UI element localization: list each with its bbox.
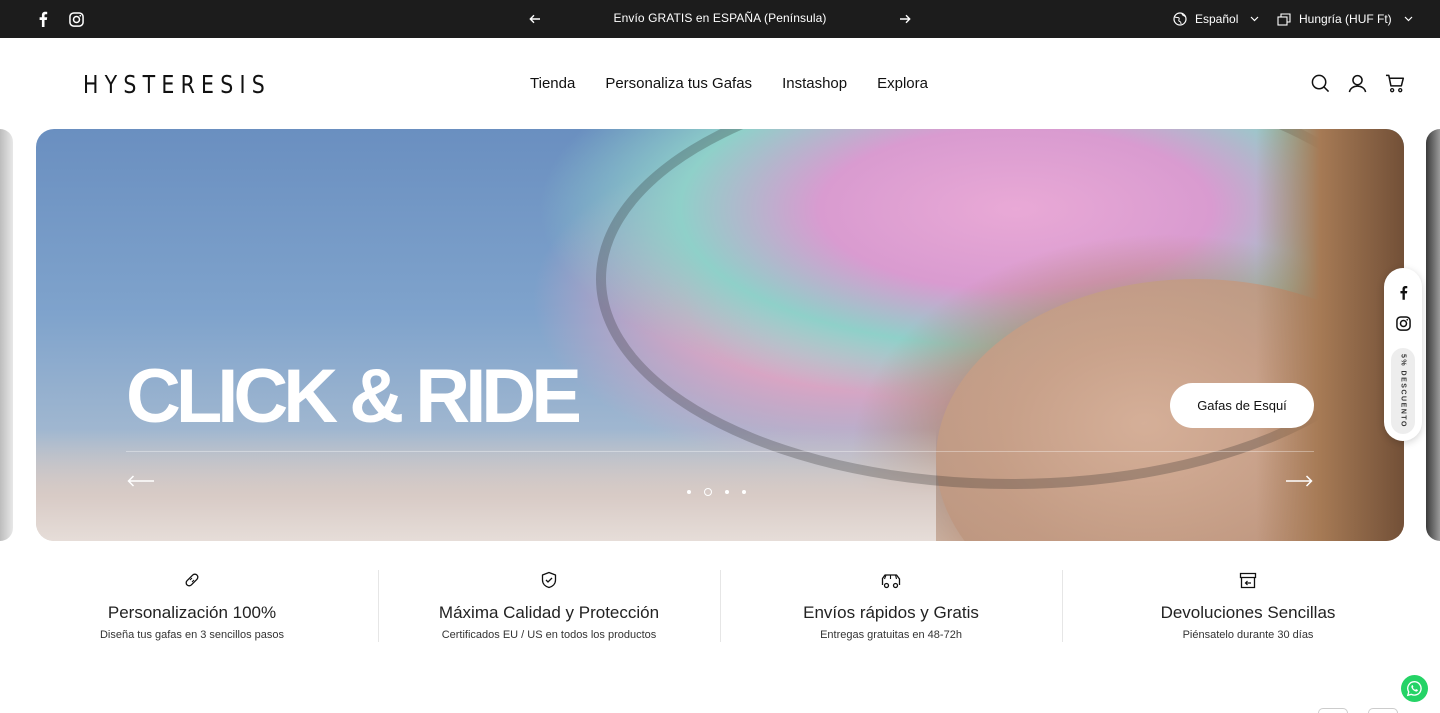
cart-icon[interactable]: [1384, 72, 1406, 94]
bottom-control-peek: [1368, 708, 1398, 713]
shield-check-icon: [539, 570, 559, 590]
arrow-left-icon: [529, 14, 540, 24]
bandage-icon: [182, 570, 202, 590]
next-slide-peek: [1426, 129, 1440, 541]
feature-subtitle: Entregas gratuitas en 48-72h: [820, 629, 962, 641]
discount-label: 5% DESCUENTO: [1399, 354, 1407, 428]
discount-tab[interactable]: 5% DESCUENTO: [1391, 348, 1415, 434]
feature-title: Máxima Calidad y Protección: [438, 603, 660, 622]
globe-icon: [1173, 12, 1187, 26]
facebook-icon[interactable]: [1394, 283, 1412, 301]
instagram-icon[interactable]: [66, 9, 86, 29]
hero-divider: [126, 451, 1314, 452]
feature-subtitle: Certificados EU / US en todos los produc…: [441, 629, 657, 641]
pagination-dot[interactable]: [742, 490, 746, 494]
feature-title: Devoluciones Sencillas: [1160, 603, 1336, 622]
nav-item-explora[interactable]: Explora: [877, 75, 928, 92]
currency-label: Hungría (HUF Ft): [1299, 12, 1392, 26]
previous-slide-peek: [0, 129, 13, 541]
arrow-right-icon: [1286, 475, 1313, 487]
feature-item: Personalización 100% Diseña tus gafas en…: [20, 560, 364, 660]
arrow-left-icon: [127, 475, 154, 487]
site-header: HYSTERESIS Tienda Personaliza tus Gafas …: [0, 38, 1440, 128]
hero-prev-button[interactable]: [126, 471, 156, 491]
nav-item-instashop[interactable]: Instashop: [782, 75, 847, 92]
hero-image-hair: [1256, 129, 1404, 541]
feature-item: Devoluciones Sencillas Piénsatelo durant…: [1062, 560, 1434, 660]
feature-item: Envíos rápidos y Gratis Entregas gratuit…: [720, 560, 1062, 660]
hero-slide: CLICK & RIDE Gafas de Esquí: [36, 129, 1404, 541]
hero-next-button[interactable]: [1284, 471, 1314, 491]
currency-selector[interactable]: Hungría (HUF Ft): [1277, 9, 1413, 29]
feature-item: Máxima Calidad y Protección Certificados…: [378, 560, 720, 660]
pagination-dot-active[interactable]: [704, 488, 712, 496]
brand-logo[interactable]: HYSTERESIS: [83, 70, 271, 99]
facebook-icon[interactable]: [33, 9, 53, 29]
account-icon[interactable]: [1346, 72, 1368, 94]
nav-item-personaliza[interactable]: Personaliza tus Gafas: [605, 75, 752, 92]
announcement-bar: Envío GRATIS en ESPAÑA (Península) Españ…: [0, 0, 1440, 38]
announcement-prev-button[interactable]: [525, 9, 545, 29]
currency-icon: [1277, 12, 1291, 26]
return-box-icon: [1238, 570, 1258, 590]
whatsapp-icon[interactable]: [1401, 675, 1428, 702]
search-icon[interactable]: [1309, 72, 1331, 94]
chevron-down-icon: [1404, 16, 1413, 22]
feature-title: Envíos rápidos y Gratis: [803, 603, 979, 622]
chevron-down-icon: [1250, 16, 1259, 22]
pagination-dot[interactable]: [725, 490, 729, 494]
hero-headline: CLICK & RIDE: [126, 354, 582, 439]
floating-social-widget: 5% DESCUENTO: [1384, 268, 1422, 441]
language-label: Español: [1195, 12, 1239, 26]
bottom-control-peek: [1318, 708, 1348, 713]
main-nav: Tienda Personaliza tus Gafas Instashop E…: [530, 75, 928, 92]
hero-cta-button[interactable]: Gafas de Esquí: [1170, 383, 1314, 428]
feature-subtitle: Diseña tus gafas en 3 sencillos pasos: [99, 629, 285, 641]
announcement-text: Envío GRATIS en ESPAÑA (Península): [613, 11, 827, 25]
language-selector[interactable]: Español: [1173, 9, 1259, 29]
feature-subtitle: Piénsatelo durante 30 días: [1182, 629, 1314, 641]
instagram-icon[interactable]: [1394, 314, 1412, 332]
hero-pagination: [686, 488, 747, 496]
feature-title: Personalización 100%: [107, 603, 277, 622]
delivery-truck-icon: [881, 570, 901, 590]
nav-item-tienda[interactable]: Tienda: [530, 75, 575, 92]
pagination-dot[interactable]: [687, 490, 691, 494]
features-strip: Personalización 100% Diseña tus gafas en…: [0, 560, 1440, 660]
announcement-next-button[interactable]: [895, 9, 915, 29]
arrow-right-icon: [900, 14, 911, 24]
